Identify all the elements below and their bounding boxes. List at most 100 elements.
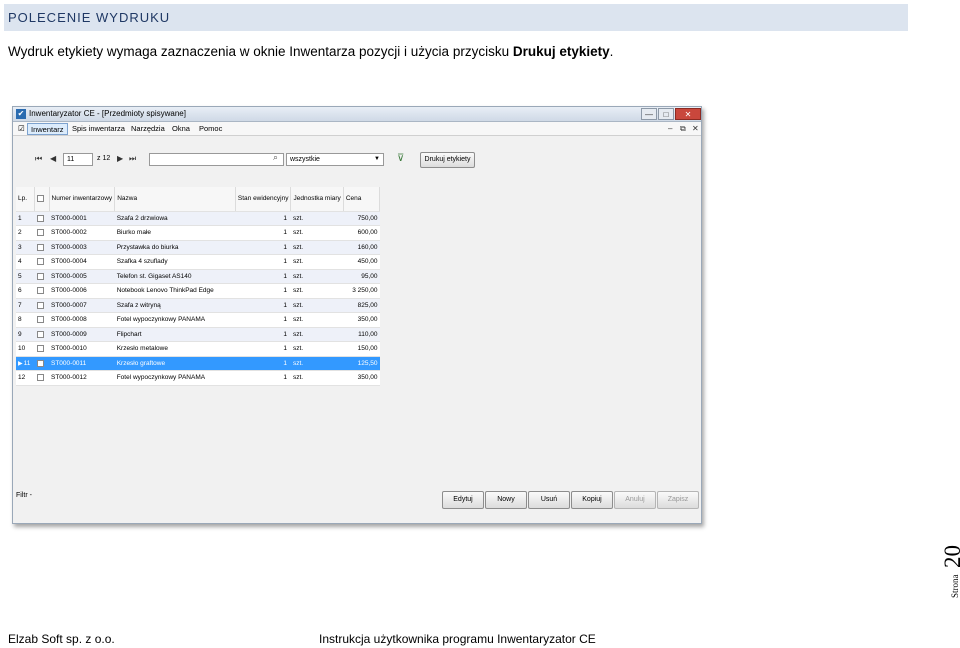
- row-pointer-icon: ▶: [18, 360, 23, 367]
- col-select-all[interactable]: [34, 187, 50, 212]
- maximize-button[interactable]: □: [658, 108, 674, 120]
- copy-button[interactable]: Kopiuj: [571, 491, 613, 509]
- cell-lp: 2: [16, 225, 35, 241]
- row-checkbox[interactable]: [36, 258, 44, 266]
- search-icon[interactable]: ⌕: [273, 152, 278, 163]
- grid-header: Lp. Numer inwentarzowy Nazwa Stan ewiden…: [16, 187, 381, 212]
- row-checkbox[interactable]: [36, 330, 44, 338]
- table-row[interactable]: 3 ST000-0003 Przystawka do biurka 1 szt. 160,…: [16, 240, 380, 255]
- footer-company: Elzab Soft sp. z o.o.: [8, 632, 115, 646]
- minimize-button[interactable]: —: [641, 108, 657, 120]
- table-row[interactable]: 8 ST000-0008 Fotel wypoczynkowy PANAMA 1 szt…: [16, 312, 380, 328]
- row-checkbox[interactable]: [36, 272, 44, 280]
- table-row[interactable]: 6 ST000-0006 Notebook Lenovo ThinkPad Edge…: [16, 283, 380, 299]
- cell-lp: 4: [16, 254, 35, 270]
- next-page-icon[interactable]: ▶: [117, 154, 123, 163]
- app-window: ✔ Inwentaryzator CE - [Przedmioty spisyw…: [12, 106, 702, 524]
- cell-stan: 1: [235, 327, 291, 342]
- cell-cena: 350,00: [343, 370, 380, 386]
- row-checkbox[interactable]: [36, 287, 44, 295]
- filter-icon[interactable]: ⊽: [397, 153, 404, 164]
- row-checkbox[interactable]: [36, 243, 44, 251]
- col-nazwa[interactable]: Nazwa: [114, 187, 236, 212]
- table-row[interactable]: 7 ST000-0007 Szafa z witryną 1 szt. 825,00: [16, 298, 380, 313]
- mdi-close-icon[interactable]: ✕: [692, 124, 699, 133]
- menu-inwentarz[interactable]: Inwentarz: [27, 123, 68, 135]
- cell-nazwa: Szafa z witryną: [114, 298, 236, 313]
- cell-jednostka: szt.: [290, 356, 344, 371]
- cell-jednostka: szt.: [290, 225, 344, 241]
- cell-cena: 825,00: [343, 298, 380, 313]
- cell-numer: ST000-0010: [49, 341, 115, 357]
- cancel-button[interactable]: Anuluj: [614, 491, 656, 509]
- status-bar: Filtr - Edytuj Nowy Usuń Kopiuj Anuluj Z…: [13, 489, 701, 511]
- menu-narzedzia[interactable]: Narzędzia: [128, 123, 168, 135]
- col-jednostka[interactable]: Jednostka miary: [290, 187, 344, 212]
- table-row[interactable]: ▶11 ST000-0011 Krzesło graftowe 1 szt. 125,50: [16, 356, 380, 371]
- page-input[interactable]: 11: [63, 153, 93, 166]
- cell-nazwa: Krzesło metalowe: [114, 341, 236, 357]
- cell-nazwa: Przystawka do biurka: [114, 240, 236, 255]
- filter-select[interactable]: wszystkie ▼: [286, 153, 384, 166]
- close-button[interactable]: ✕: [675, 108, 701, 120]
- edit-button[interactable]: Edytuj: [442, 491, 484, 509]
- cell-jednostka: szt.: [290, 269, 344, 284]
- menu-pomoc[interactable]: Pomoc: [196, 123, 225, 135]
- mdi-restore-icon[interactable]: ⧉: [680, 124, 686, 134]
- cell-jednostka: szt.: [290, 240, 344, 255]
- cell-jednostka: szt.: [290, 211, 344, 226]
- cell-cena: 160,00: [343, 240, 380, 255]
- cell-checkbox: [34, 283, 49, 299]
- cell-nazwa: Krzesło graftowe: [114, 356, 236, 371]
- row-checkbox[interactable]: [36, 374, 44, 382]
- title-bar[interactable]: ✔ Inwentaryzator CE - [Przedmioty spisyw…: [13, 107, 701, 122]
- print-labels-button[interactable]: Drukuj etykiety: [420, 152, 475, 168]
- col-numer[interactable]: Numer inwentarzowy: [49, 187, 116, 212]
- row-checkbox[interactable]: [36, 214, 44, 222]
- table-row[interactable]: 2 ST000-0002 Biurko małe 1 szt. 600,00: [16, 225, 380, 241]
- table-row[interactable]: 5 ST000-0005 Telefon st. Gigaset AS140 1 szt…: [16, 269, 380, 284]
- prev-page-icon[interactable]: ◀: [50, 154, 56, 163]
- cell-checkbox: [34, 327, 49, 342]
- search-input[interactable]: [149, 153, 284, 166]
- row-checkbox[interactable]: [36, 345, 44, 353]
- select-all-checkbox[interactable]: [37, 195, 45, 203]
- table-row[interactable]: 12 ST000-0012 Fotel wypoczynkowy PANAMA 1 sz…: [16, 370, 380, 386]
- cell-numer: ST000-0009: [49, 327, 115, 342]
- save-button[interactable]: Zapisz: [657, 491, 699, 509]
- navigator-toolbar: ⏮ ◀ 11 z 12 ▶ ⏭ ⌕ wszystkie ▼ ⊽ Drukuj et…: [13, 151, 701, 169]
- new-button[interactable]: Nowy: [485, 491, 527, 509]
- cell-lp: 7: [16, 298, 35, 313]
- row-checkbox[interactable]: [36, 359, 44, 367]
- first-page-icon[interactable]: ⏮: [35, 154, 42, 164]
- col-lp[interactable]: Lp.: [16, 187, 36, 212]
- row-checkbox[interactable]: [36, 301, 44, 309]
- col-stan[interactable]: Stan ewidencyjny: [235, 187, 292, 212]
- row-checkbox[interactable]: [36, 229, 44, 237]
- last-page-icon[interactable]: ⏭: [129, 154, 136, 164]
- col-cena[interactable]: Cena: [343, 187, 381, 212]
- table-row[interactable]: 10 ST000-0010 Krzesło metalowe 1 szt. 150,00: [16, 341, 380, 357]
- cell-numer: ST000-0002: [49, 225, 115, 241]
- delete-button[interactable]: Usuń: [528, 491, 570, 509]
- table-row[interactable]: 4 ST000-0004 Szafka 4 szuflady 1 szt. 450,00: [16, 254, 380, 270]
- menu-spis-inwentarza[interactable]: Spis inwentarza: [69, 123, 128, 135]
- cell-numer: ST000-0004: [49, 254, 115, 270]
- mdi-minimize-icon[interactable]: –: [668, 124, 672, 133]
- cell-jednostka: szt.: [290, 312, 344, 328]
- cell-lp: 1: [16, 211, 35, 226]
- row-checkbox[interactable]: [36, 316, 44, 324]
- cell-stan: 1: [235, 341, 291, 357]
- page-of-label: z 12: [97, 155, 111, 162]
- app-check-icon: ✔: [16, 109, 26, 119]
- menu-okna[interactable]: Okna: [169, 123, 193, 135]
- table-row[interactable]: 9 ST000-0009 Flipchart 1 szt. 110,00: [16, 327, 380, 342]
- cell-jednostka: szt.: [290, 283, 344, 299]
- menu-check-icon: ☑: [18, 124, 25, 133]
- cell-cena: 750,00: [343, 211, 380, 226]
- cell-numer: ST000-0007: [49, 298, 115, 313]
- cell-checkbox: [34, 356, 49, 371]
- section-title: POLECENIE WYDRUKU: [8, 10, 171, 25]
- cell-jednostka: szt.: [290, 341, 344, 357]
- table-row[interactable]: 1 ST000-0001 Szafa 2 drzwiowa 1 szt. 750,00: [16, 211, 380, 226]
